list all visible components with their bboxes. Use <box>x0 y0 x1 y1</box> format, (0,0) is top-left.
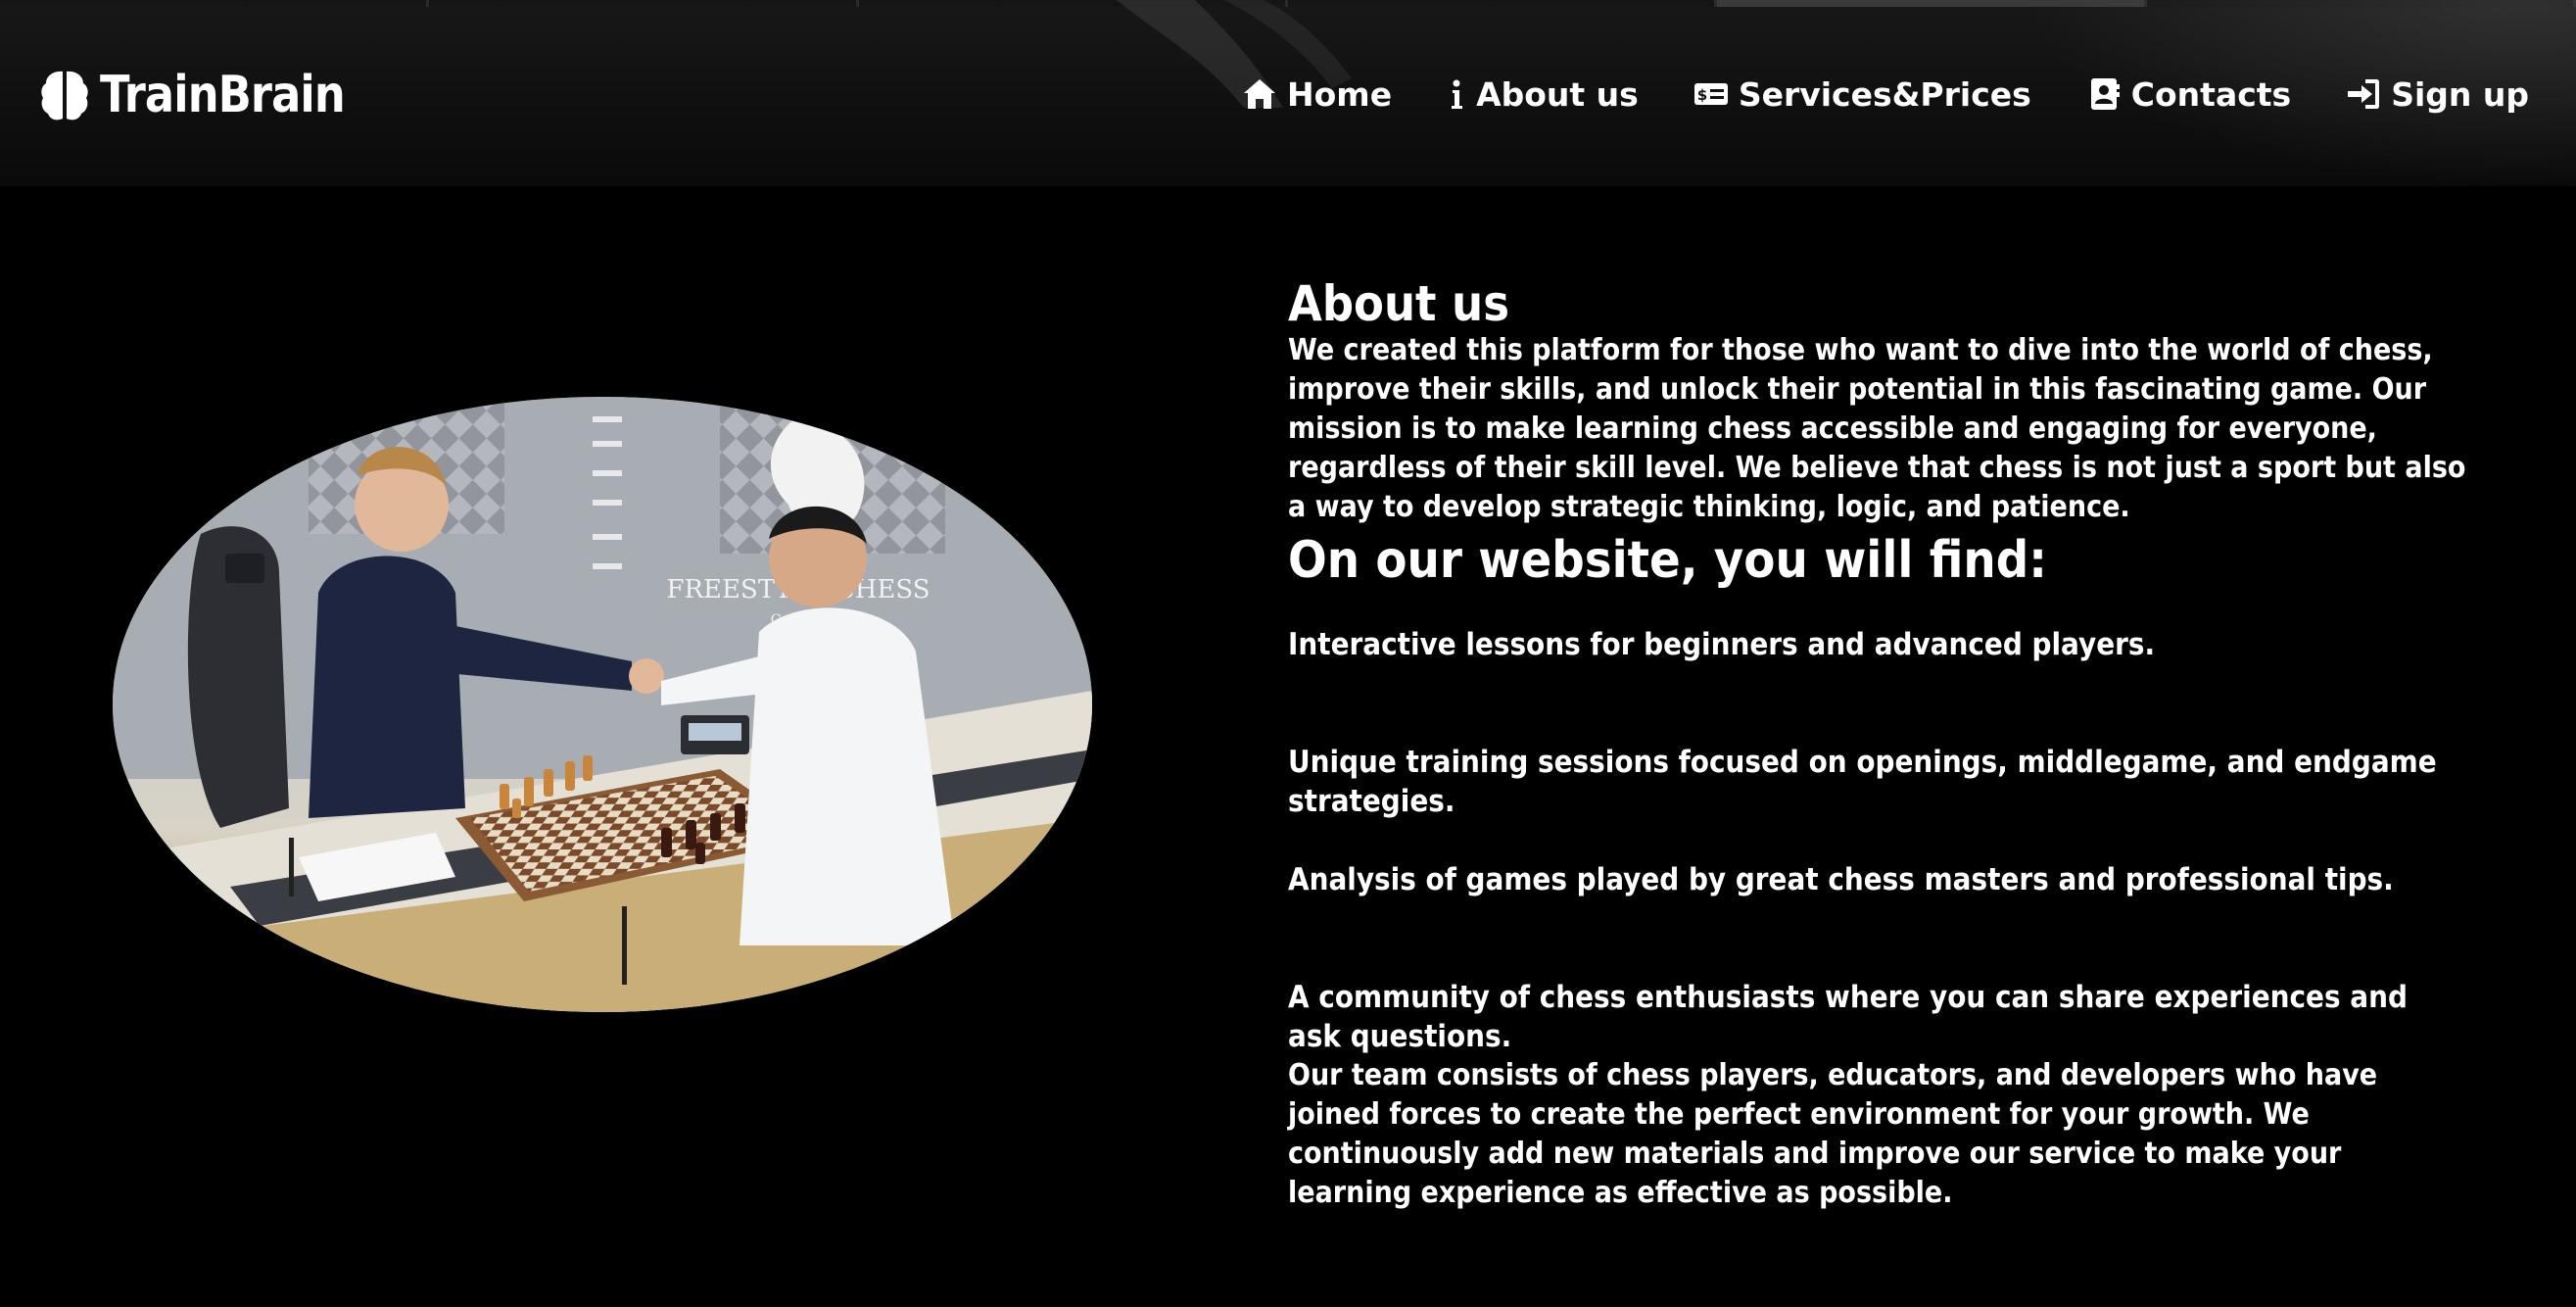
about-description: We created this platform for those who w… <box>1288 333 2466 524</box>
about-title: About us <box>1288 275 1509 332</box>
brand-logo[interactable]: TrainBrain <box>39 61 385 129</box>
chess-match-photo: FREESTYLE CHESS G.O.A.T. <box>113 397 1092 1012</box>
nav-contacts-label: Contacts <box>2130 74 2292 114</box>
nav-home[interactable]: Home <box>1242 75 1392 114</box>
nav-home-label: Home <box>1287 74 1393 114</box>
home-icon <box>1244 79 1276 109</box>
price-tag-icon: $ <box>1693 83 1728 105</box>
features-list: Interactive lessons for beginners and ad… <box>1288 625 2478 1056</box>
chess-photo-illustration: FREESTYLE CHESS G.O.A.T. <box>113 397 1092 1012</box>
svg-text:$: $ <box>1697 86 1707 104</box>
nav-signup-label: Sign up <box>2391 74 2529 114</box>
page: TrainBrain Home About us $ Services&Pric… <box>0 0 2576 1307</box>
nav-signup[interactable]: Sign up <box>2346 75 2529 114</box>
brand-name: TrainBrain <box>100 66 346 124</box>
info-icon <box>1452 79 1463 109</box>
about-section: About us We created this platform for th… <box>1288 274 2478 1213</box>
sign-in-icon <box>2348 79 2380 109</box>
list-item: Interactive lessons for beginners and ad… <box>1288 627 2156 662</box>
nav-services-label: Services&Prices <box>1738 74 2031 114</box>
nav-about[interactable]: About us <box>1447 75 1639 114</box>
contact-card-icon <box>2090 78 2120 110</box>
site-header: TrainBrain Home About us $ Services&Pric… <box>0 0 2576 186</box>
list-item: Unique training sessions focused on open… <box>1288 745 2437 819</box>
brain-icon <box>41 71 88 121</box>
nav-contacts[interactable]: Contacts <box>2086 75 2291 114</box>
nav-services[interactable]: $ Services&Prices <box>1693 75 2031 114</box>
team-description: Our team consists of chess players, educ… <box>1288 1058 2378 1210</box>
list-item: Analysis of games played by great chess … <box>1288 862 2394 897</box>
main-nav: Home About us $ Services&Prices Contacts… <box>1242 67 2529 121</box>
nav-about-label: About us <box>1476 74 1639 114</box>
list-item: A community of chess enthusiasts where y… <box>1288 980 2408 1054</box>
features-heading: On our website, you will find: <box>1288 531 2047 590</box>
